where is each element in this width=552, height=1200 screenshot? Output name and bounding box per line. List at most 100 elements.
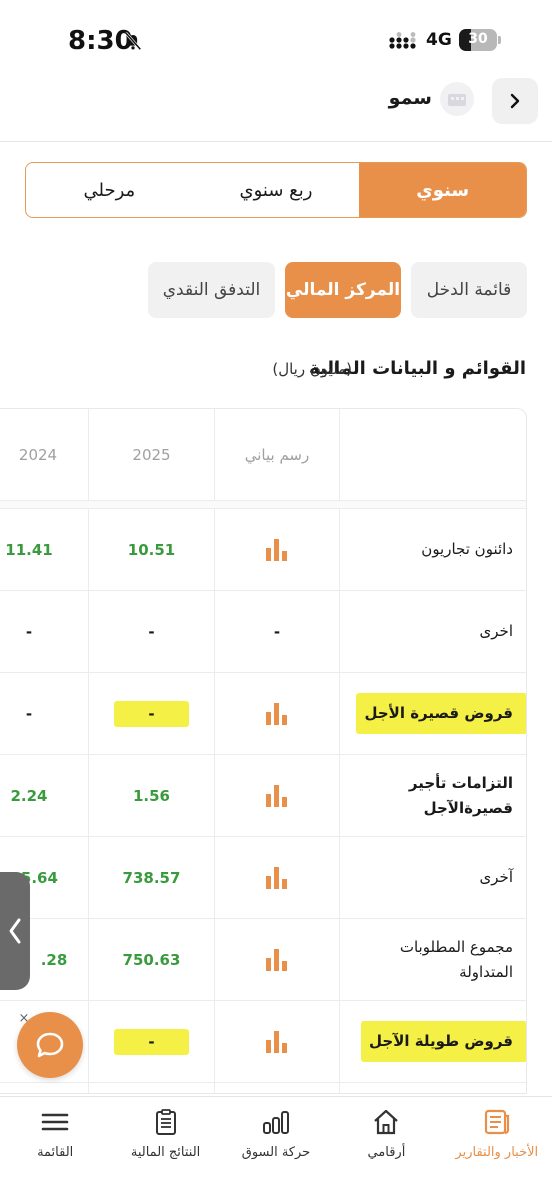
menu-icon xyxy=(41,1113,69,1131)
nav-label: النتائج المالية xyxy=(130,1145,201,1160)
bell-off-icon xyxy=(124,31,142,51)
back-button[interactable] xyxy=(492,78,538,124)
chat-close-button[interactable]: × xyxy=(15,1010,33,1028)
value-2025: 10.51 xyxy=(127,540,176,559)
header-2024-cell: 2024 xyxy=(0,409,88,500)
row-label-line2: المتداولة xyxy=(459,962,513,981)
value-2024: - xyxy=(25,622,33,641)
value-2025-cell: 10.51 xyxy=(88,509,214,590)
header-2025: 2025 xyxy=(132,445,171,464)
chat-bubble-icon xyxy=(36,1032,64,1058)
tab-income-statement[interactable]: قائمة الدخل xyxy=(411,262,527,318)
value-2025-cell: 1.56 xyxy=(88,755,214,836)
nav-label: أرقامي xyxy=(367,1145,406,1160)
table-spacer-row xyxy=(0,501,526,509)
value-2025-cell: 750.63 xyxy=(88,919,214,1000)
table-row-partial xyxy=(0,1083,526,1093)
network-type: 4G xyxy=(426,30,452,50)
value-2024: 11.41 xyxy=(5,540,53,559)
company-logo xyxy=(440,82,474,116)
value-2024: .28 xyxy=(40,950,68,969)
nav-label: القائمة xyxy=(37,1145,74,1160)
nav-financial-results[interactable]: النتائج المالية xyxy=(110,1097,220,1200)
clipboard-icon xyxy=(155,1109,176,1135)
app-header: سمو xyxy=(0,70,552,142)
nav-my-numbers[interactable]: أرقامي xyxy=(331,1097,441,1200)
chevron-left-icon xyxy=(9,918,21,944)
financial-table[interactable]: رسم بياني 2025 2024 دائنون تجاريون 10.51… xyxy=(0,408,527,1094)
row-label-cell: قروض طويلة الآجل xyxy=(339,1001,526,1082)
value-2025-cell: - xyxy=(88,591,214,672)
period-tab-annual[interactable]: سنوي xyxy=(359,163,526,217)
value-2025: - xyxy=(114,1028,189,1055)
bar-chart-icon[interactable] xyxy=(265,866,289,889)
bar-chart-icon[interactable] xyxy=(265,702,289,725)
bar-chart-icon[interactable] xyxy=(265,538,289,561)
header-2025-cell: 2025 xyxy=(88,409,214,500)
table-row: دائنون تجاريون 10.51 11.41 xyxy=(0,509,526,591)
building-icon xyxy=(448,94,466,106)
side-drawer-handle[interactable] xyxy=(0,872,30,990)
home-icon xyxy=(374,1109,399,1135)
row-label: آخرى xyxy=(339,837,526,918)
bar-chart-icon[interactable] xyxy=(265,948,289,971)
period-tab-quarterly[interactable]: ربع سنوي xyxy=(193,163,360,217)
chart-cell[interactable] xyxy=(214,509,339,590)
chart-cell: - xyxy=(214,591,339,672)
bar-chart-icon xyxy=(262,1111,289,1134)
nav-label: حركة السوق xyxy=(241,1145,311,1160)
value-2024: 2.24 xyxy=(10,786,48,805)
table-row: قروض قصيرة الأجل - - xyxy=(0,673,526,755)
row-label-line1: مجموع المطلوبات xyxy=(399,937,513,956)
row-label: التزامات تأجير قصيرةالآجل xyxy=(339,755,526,836)
row-label: قروض طويلة الآجل xyxy=(361,1021,526,1062)
value-2024-cell: - xyxy=(0,591,88,672)
nav-news-reports[interactable]: الأخبار والتقارير xyxy=(442,1097,552,1200)
chevron-right-icon xyxy=(510,93,520,109)
battery-level: 30 xyxy=(468,31,488,47)
chart-cell[interactable] xyxy=(214,837,339,918)
header-label-cell xyxy=(339,409,526,500)
header-chart-cell: رسم بياني xyxy=(214,409,339,500)
value-2024: - xyxy=(25,704,33,723)
chart-cell[interactable] xyxy=(214,755,339,836)
row-label: قروض قصيرة الأجل xyxy=(356,693,526,734)
value-2025-cell: 738.57 xyxy=(88,837,214,918)
table-header-row: رسم بياني 2025 2024 xyxy=(0,409,526,501)
value-2024-cell: - xyxy=(0,673,88,754)
row-label: دائنون تجاريون xyxy=(339,509,526,590)
row-label-cell: مجموع المطلوبات المتداولة xyxy=(339,919,526,1000)
period-tab-interim[interactable]: مرحلي xyxy=(26,163,193,217)
table-row: التزامات تأجير قصيرةالآجل 1.56 2.24 xyxy=(0,755,526,837)
table-row: آخرى 738.57 425.64 xyxy=(0,837,526,919)
nav-menu[interactable]: القائمة xyxy=(0,1097,110,1200)
period-selector: سنوي ربع سنوي مرحلي xyxy=(25,162,527,218)
nav-market-movement[interactable]: حركة السوق xyxy=(221,1097,331,1200)
table-row: مجموع المطلوبات المتداولة 750.63 .28 xyxy=(0,919,526,1001)
value-2025-cell: - xyxy=(88,673,214,754)
nav-label: الأخبار والتقارير xyxy=(455,1145,539,1160)
row-label: اخرى xyxy=(339,591,526,672)
header-2024: 2024 xyxy=(18,445,58,464)
bar-chart-icon[interactable] xyxy=(265,1030,289,1053)
header-chart: رسم بياني xyxy=(244,445,310,464)
chart-cell[interactable] xyxy=(214,1001,339,1082)
value-2025: 750.63 xyxy=(122,950,181,969)
value-2025: - xyxy=(148,622,155,641)
signal-icon xyxy=(389,32,416,49)
bottom-nav: الأخبار والتقارير أرقامي حركة السوق النت… xyxy=(0,1096,552,1200)
chart-cell[interactable] xyxy=(214,919,339,1000)
tab-cash-flow[interactable]: التدفق النقدي xyxy=(148,262,275,318)
value-2024-cell: 11.41 xyxy=(0,509,88,590)
row-label-cell: قروض قصيرة الأجل xyxy=(339,673,526,754)
value-2025: 738.57 xyxy=(122,868,181,887)
company-name: سمو xyxy=(388,87,432,109)
bar-chart-icon[interactable] xyxy=(265,784,289,807)
chart-cell[interactable] xyxy=(214,673,339,754)
value-2024-cell: 2.24 xyxy=(0,755,88,836)
status-bar: 8:30 4G 30 xyxy=(0,0,552,80)
chart-placeholder: - xyxy=(273,622,281,641)
statement-tabs: قائمة الدخل المركز المالي التدفق النقدي xyxy=(148,262,527,318)
tab-balance-sheet[interactable]: المركز المالي xyxy=(285,262,401,318)
battery-icon: 30 xyxy=(459,29,501,51)
